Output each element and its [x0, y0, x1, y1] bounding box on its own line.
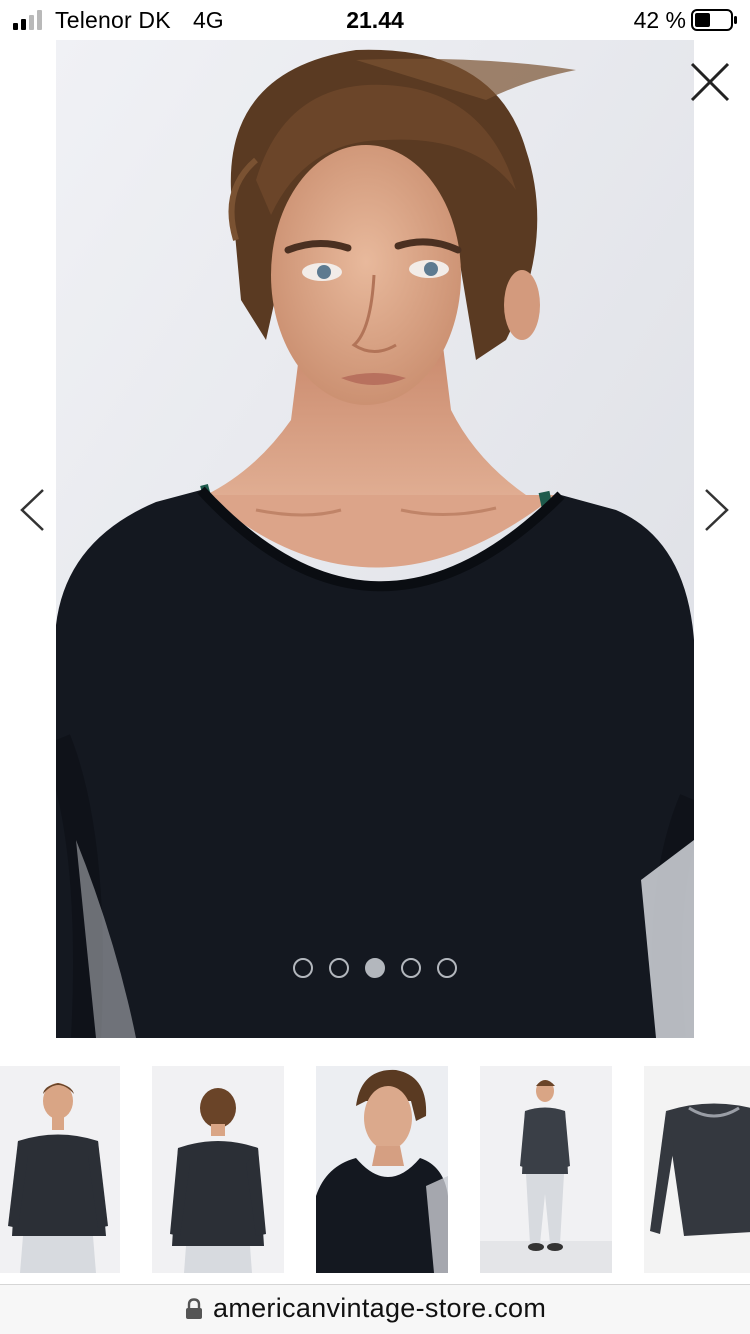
thumbnail-full-body[interactable] [480, 1066, 612, 1273]
status-bar: Telenor DK 4G 21.44 42 % [0, 0, 750, 40]
battery-percentage: 42 % [633, 7, 686, 33]
thumbnail-flat-product[interactable] [644, 1066, 750, 1273]
slide-indicators [0, 958, 750, 980]
slide-dot-2[interactable] [329, 958, 349, 978]
chevron-left-icon[interactable] [19, 488, 45, 532]
slide-dot-1[interactable] [293, 958, 313, 978]
thumbnail-closeup[interactable] [316, 1066, 448, 1273]
product-main-image[interactable] [56, 40, 694, 1038]
thumbnail-strip [0, 1066, 750, 1273]
lock-icon [186, 1298, 202, 1319]
close-icon[interactable] [686, 58, 734, 106]
url-text[interactable]: americanvintage-store.com [213, 1293, 546, 1324]
thumbnail-back[interactable] [152, 1066, 284, 1273]
battery-icon [691, 9, 737, 31]
slide-dot-3[interactable] [365, 958, 385, 978]
thumbnail-front[interactable] [0, 1066, 120, 1273]
chevron-right-icon[interactable] [704, 488, 730, 532]
slide-dot-5[interactable] [437, 958, 457, 978]
slide-dot-4[interactable] [401, 958, 421, 978]
address-bar[interactable]: americanvintage-store.com [0, 1285, 750, 1334]
